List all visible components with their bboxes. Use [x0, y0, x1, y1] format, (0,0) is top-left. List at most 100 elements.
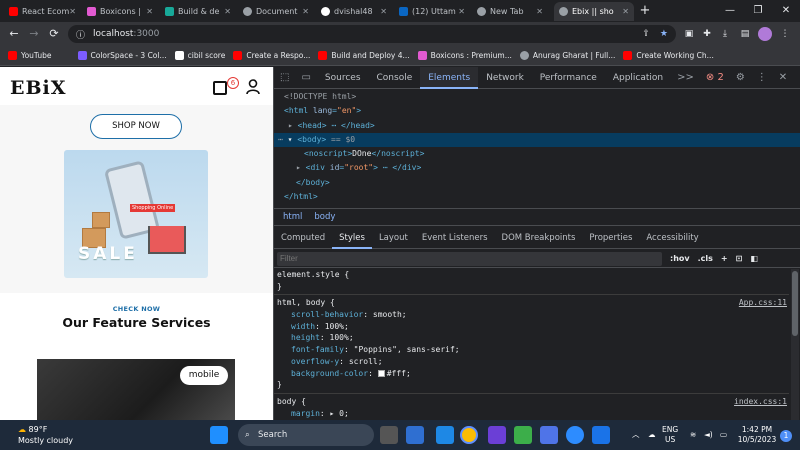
sidepanel-icon[interactable]: ▤ — [738, 27, 752, 41]
bookmark[interactable]: Boxicons : Premium... — [417, 51, 512, 60]
style-declaration[interactable]: height: 100%; — [274, 332, 789, 344]
dom-node[interactable]: </html> — [274, 190, 800, 204]
style-declaration[interactable]: font-family: "Poppins", sans-serif; — [274, 344, 789, 356]
forward-icon[interactable]: → — [26, 26, 42, 42]
site-logo[interactable]: EBiX — [10, 77, 67, 99]
ellipsis-icon[interactable]: ⋯ — [278, 135, 283, 144]
style-rule-selector[interactable]: element.style { — [274, 269, 789, 281]
clock[interactable]: 1:42 PM 10/5/2023 — [735, 425, 779, 445]
bookmark[interactable]: YouTube — [8, 51, 52, 60]
new-tab-button[interactable]: + — [637, 3, 653, 19]
vscode-icon[interactable] — [436, 426, 454, 444]
app-icon[interactable] — [488, 426, 506, 444]
puzzle-icon[interactable]: ✚ — [700, 27, 714, 41]
weather-widget[interactable]: ☁ 89°F Mostly cloudy — [18, 424, 73, 446]
paint-icon[interactable]: ⊡ — [736, 254, 743, 263]
teams-icon[interactable] — [406, 426, 424, 444]
color-swatch[interactable] — [377, 369, 385, 377]
discord-icon[interactable] — [540, 426, 558, 444]
close-icon[interactable]: ✕ — [458, 7, 465, 16]
bookmark[interactable]: Create Working Ch... — [623, 51, 714, 60]
tab-dom-breakpoints[interactable]: DOM Breakpoints — [495, 227, 583, 249]
dom-node[interactable]: <!DOCTYPE html> — [274, 90, 800, 104]
app-icon[interactable] — [592, 426, 610, 444]
style-declaration[interactable]: background-color: #fff; — [274, 368, 789, 380]
avatar[interactable] — [758, 27, 772, 41]
dom-node[interactable]: </body> — [274, 176, 800, 190]
wifi-icon[interactable]: ≋ — [690, 430, 696, 440]
style-declaration[interactable]: margin: ▸ 0; — [274, 408, 789, 420]
restore-icon[interactable]: ❐ — [750, 3, 766, 19]
chrome-icon[interactable] — [460, 426, 478, 444]
close-icon[interactable]: ✕ — [69, 7, 76, 16]
shop-now-button[interactable]: SHOP NOW — [90, 114, 182, 139]
source-link[interactable]: index.css:1 — [734, 396, 787, 408]
tab-computed[interactable]: Computed — [274, 227, 332, 249]
tab-properties[interactable]: Properties — [582, 227, 639, 249]
expand-triangle-icon[interactable]: ▸ — [288, 121, 293, 130]
new-rule-icon[interactable]: + — [721, 254, 728, 263]
menu-icon[interactable]: ⋮ — [778, 27, 792, 41]
browser-tab[interactable]: dvishal48 ✕ — [316, 2, 392, 21]
tab-network[interactable]: Network — [478, 67, 532, 89]
dom-node[interactable]: ▸ <head> ⋯ </head> — [274, 119, 800, 133]
back-icon[interactable]: ← — [6, 26, 22, 42]
close-icon[interactable]: ✕ — [622, 7, 629, 16]
windows-start-icon[interactable] — [210, 426, 228, 444]
zoom-icon[interactable] — [566, 426, 584, 444]
close-icon[interactable]: ✕ — [224, 7, 231, 16]
tab-elements[interactable]: Elements — [420, 66, 479, 89]
browser-tab-active[interactable]: Ebix || sho ✕ — [554, 2, 634, 21]
task-view-icon[interactable] — [380, 426, 398, 444]
more-tabs-button[interactable]: >> — [671, 72, 700, 83]
extension-icon[interactable]: ▣ — [682, 27, 696, 41]
settings-gear-icon[interactable]: ⚙ — [730, 72, 751, 83]
close-icon[interactable]: ✕ — [146, 7, 153, 16]
close-icon[interactable]: ✕ — [380, 7, 387, 16]
styles-filter-input[interactable] — [277, 251, 662, 266]
device-toolbar-icon[interactable]: ▭ — [295, 72, 316, 83]
battery-icon[interactable]: ▭ — [720, 430, 727, 440]
tab-sources[interactable]: Sources — [317, 67, 369, 89]
close-window-icon[interactable]: ✕ — [778, 3, 794, 19]
scrollbar-thumb[interactable] — [792, 271, 798, 336]
reload-icon[interactable]: ⟳ — [46, 26, 62, 42]
star-icon[interactable]: ★ — [660, 29, 668, 39]
notification-icon[interactable]: 1 — [780, 430, 792, 442]
browser-tab[interactable]: (12) Uttam ✕ — [394, 2, 470, 21]
tab-performance[interactable]: Performance — [532, 67, 605, 89]
tab-console[interactable]: Console — [369, 67, 421, 89]
cart-icon[interactable] — [213, 81, 227, 95]
download-icon[interactable]: ⤓ — [718, 27, 732, 41]
breadcrumb-html[interactable]: html — [280, 212, 305, 222]
class-toggle-button[interactable]: .cls — [698, 254, 713, 263]
dom-node-selected[interactable]: ⋯ ▾ <body> == $0 — [274, 132, 800, 148]
user-icon[interactable] — [246, 79, 260, 95]
style-rule-selector[interactable]: html, body {App.css:11 — [274, 297, 789, 309]
bookmark[interactable]: Create a Respo... — [233, 51, 310, 60]
info-icon[interactable]: ⓘ — [76, 28, 85, 41]
tab-layout[interactable]: Layout — [372, 227, 415, 249]
share-icon[interactable]: ⇪ — [642, 29, 650, 39]
style-declaration[interactable]: overflow-y: scroll; — [274, 356, 789, 368]
close-devtools-icon[interactable]: ✕ — [773, 72, 793, 83]
browser-tab[interactable]: New Tab ✕ — [472, 2, 548, 21]
collapse-triangle-icon[interactable]: ▾ — [288, 135, 293, 144]
style-rule-selector[interactable]: body {index.css:1 — [274, 396, 789, 408]
bookmark[interactable]: Anurag Gharat | Full... — [519, 51, 615, 60]
tray-chevron-icon[interactable]: ︿ — [632, 430, 640, 440]
browser-tab[interactable]: Boxicons | ✕ — [82, 2, 158, 21]
close-icon[interactable]: ✕ — [302, 7, 309, 16]
style-declaration[interactable]: scroll-behavior: smooth; — [274, 309, 789, 321]
breadcrumb-body[interactable]: body — [311, 212, 338, 222]
sidebar-toggle-icon[interactable]: ◧ — [750, 254, 758, 263]
devtools-menu-icon[interactable]: ⋮ — [751, 72, 773, 83]
style-declaration[interactable]: width: 100%; — [274, 321, 789, 333]
hover-state-button[interactable]: :hov — [670, 254, 690, 263]
browser-tab[interactable]: Document ✕ — [238, 2, 314, 21]
source-link[interactable]: App.css:11 — [739, 297, 787, 309]
expand-triangle-icon[interactable]: ▸ — [296, 163, 301, 172]
tab-event-listeners[interactable]: Event Listeners — [415, 227, 495, 249]
bookmark[interactable]: ColorSpace - 3 Col... — [77, 51, 167, 60]
minimize-icon[interactable]: — — [722, 3, 738, 19]
